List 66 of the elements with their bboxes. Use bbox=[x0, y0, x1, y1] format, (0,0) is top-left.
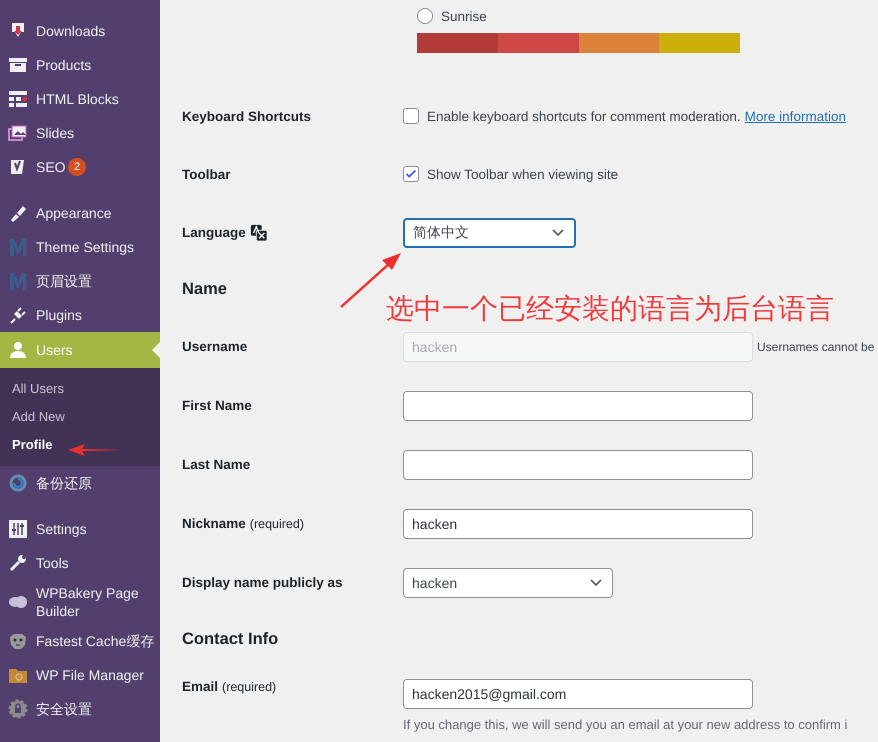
sidebar-item[interactable]: WP File Manager bbox=[0, 658, 160, 692]
radio-button[interactable] bbox=[417, 8, 433, 24]
section-heading: Contact Info bbox=[182, 630, 278, 649]
sidebar-item[interactable]: Settings bbox=[0, 512, 160, 546]
checkbox-label: Show Toolbar when viewing site bbox=[427, 166, 618, 182]
submenu-item[interactable]: Profile bbox=[0, 431, 160, 459]
field-label: Keyboard Shortcuts bbox=[182, 108, 312, 124]
chevron-down-icon bbox=[590, 578, 602, 586]
sidebar-item[interactable]: HTML Blocks bbox=[0, 82, 160, 116]
required-note: (required) bbox=[222, 680, 276, 694]
refresh-icon bbox=[8, 473, 28, 493]
section-heading: Name bbox=[182, 280, 227, 299]
field-label: Language bbox=[182, 225, 246, 240]
field-label: Toolbar bbox=[182, 166, 230, 182]
text-field[interactable] bbox=[403, 390, 753, 420]
checkbox[interactable] bbox=[403, 166, 419, 182]
brush-icon bbox=[8, 203, 28, 223]
wrench-icon bbox=[8, 553, 28, 573]
m-logo-icon bbox=[8, 237, 28, 257]
field-label: First Name bbox=[182, 398, 252, 413]
sidebar-item[interactable]: Appearance bbox=[0, 196, 160, 230]
color-scheme-option[interactable]: Sunrise bbox=[417, 7, 878, 25]
required-note: (required) bbox=[250, 516, 304, 530]
sidebar-item[interactable]: 页眉设置 bbox=[0, 264, 160, 298]
more-information-link[interactable]: More information bbox=[744, 108, 846, 124]
sidebar-item[interactable]: Tools bbox=[0, 546, 160, 580]
plug-icon bbox=[8, 305, 28, 325]
person-icon bbox=[8, 340, 28, 360]
sidebar-item[interactable]: Slides bbox=[0, 116, 160, 150]
sidebar-item[interactable]: Products bbox=[0, 48, 160, 82]
checkbox-label: Enable keyboard shortcuts for comment moderation. bbox=[427, 108, 741, 124]
sidebar-item[interactable]: WPBakery Page Builder bbox=[0, 580, 160, 624]
field-label: Last Name bbox=[182, 457, 250, 472]
field-label: Username bbox=[182, 339, 248, 354]
images-icon bbox=[8, 123, 28, 143]
sidebar-item[interactable]: Theme Settings bbox=[0, 230, 160, 264]
sidebar-item[interactable]: Plugins bbox=[0, 298, 160, 332]
submenu-item[interactable]: All Users bbox=[0, 375, 160, 403]
field-label: Display name publicly as bbox=[182, 575, 343, 590]
box-icon bbox=[8, 55, 28, 75]
gear-lock-icon bbox=[8, 699, 28, 719]
field-label: Nickname bbox=[182, 516, 246, 531]
sidebar-item[interactable]: 备份还原 bbox=[0, 466, 160, 500]
sidebar-item[interactable]: 安全设置 bbox=[0, 692, 160, 726]
submenu-item[interactable]: Add New bbox=[0, 403, 160, 431]
field-note: Usernames cannot be bbox=[757, 340, 874, 354]
chevron-down-icon bbox=[552, 228, 564, 236]
checkbox[interactable] bbox=[403, 108, 419, 124]
sliders-icon bbox=[8, 519, 28, 539]
m-logo-icon bbox=[8, 271, 28, 291]
sidebar-item[interactable]: Downloads bbox=[0, 14, 160, 48]
field-label: Email bbox=[182, 679, 218, 694]
grid-icon bbox=[8, 89, 28, 109]
text-field[interactable]: hacken2015@gmail.com bbox=[403, 679, 753, 709]
menu-pointer-icon bbox=[152, 342, 160, 358]
sidebar-item[interactable]: Fastest Cache缓存 bbox=[0, 624, 160, 658]
text-field[interactable] bbox=[403, 450, 753, 480]
notification-badge: 2 bbox=[68, 158, 86, 176]
sidebar-item[interactable]: SEO 2 bbox=[0, 150, 160, 184]
text-field[interactable]: hacken bbox=[403, 508, 753, 538]
dropdown[interactable]: 简体中文 bbox=[403, 218, 576, 248]
dropdown[interactable]: hacken bbox=[403, 568, 613, 598]
field-description: If you change this, we will send you an email at your new address to confirm i bbox=[403, 717, 848, 732]
checkmark-icon bbox=[404, 167, 418, 181]
annotation-text: 选中一个已经安装的语言为后台语言 bbox=[386, 292, 834, 326]
animal-head-icon bbox=[8, 631, 28, 651]
